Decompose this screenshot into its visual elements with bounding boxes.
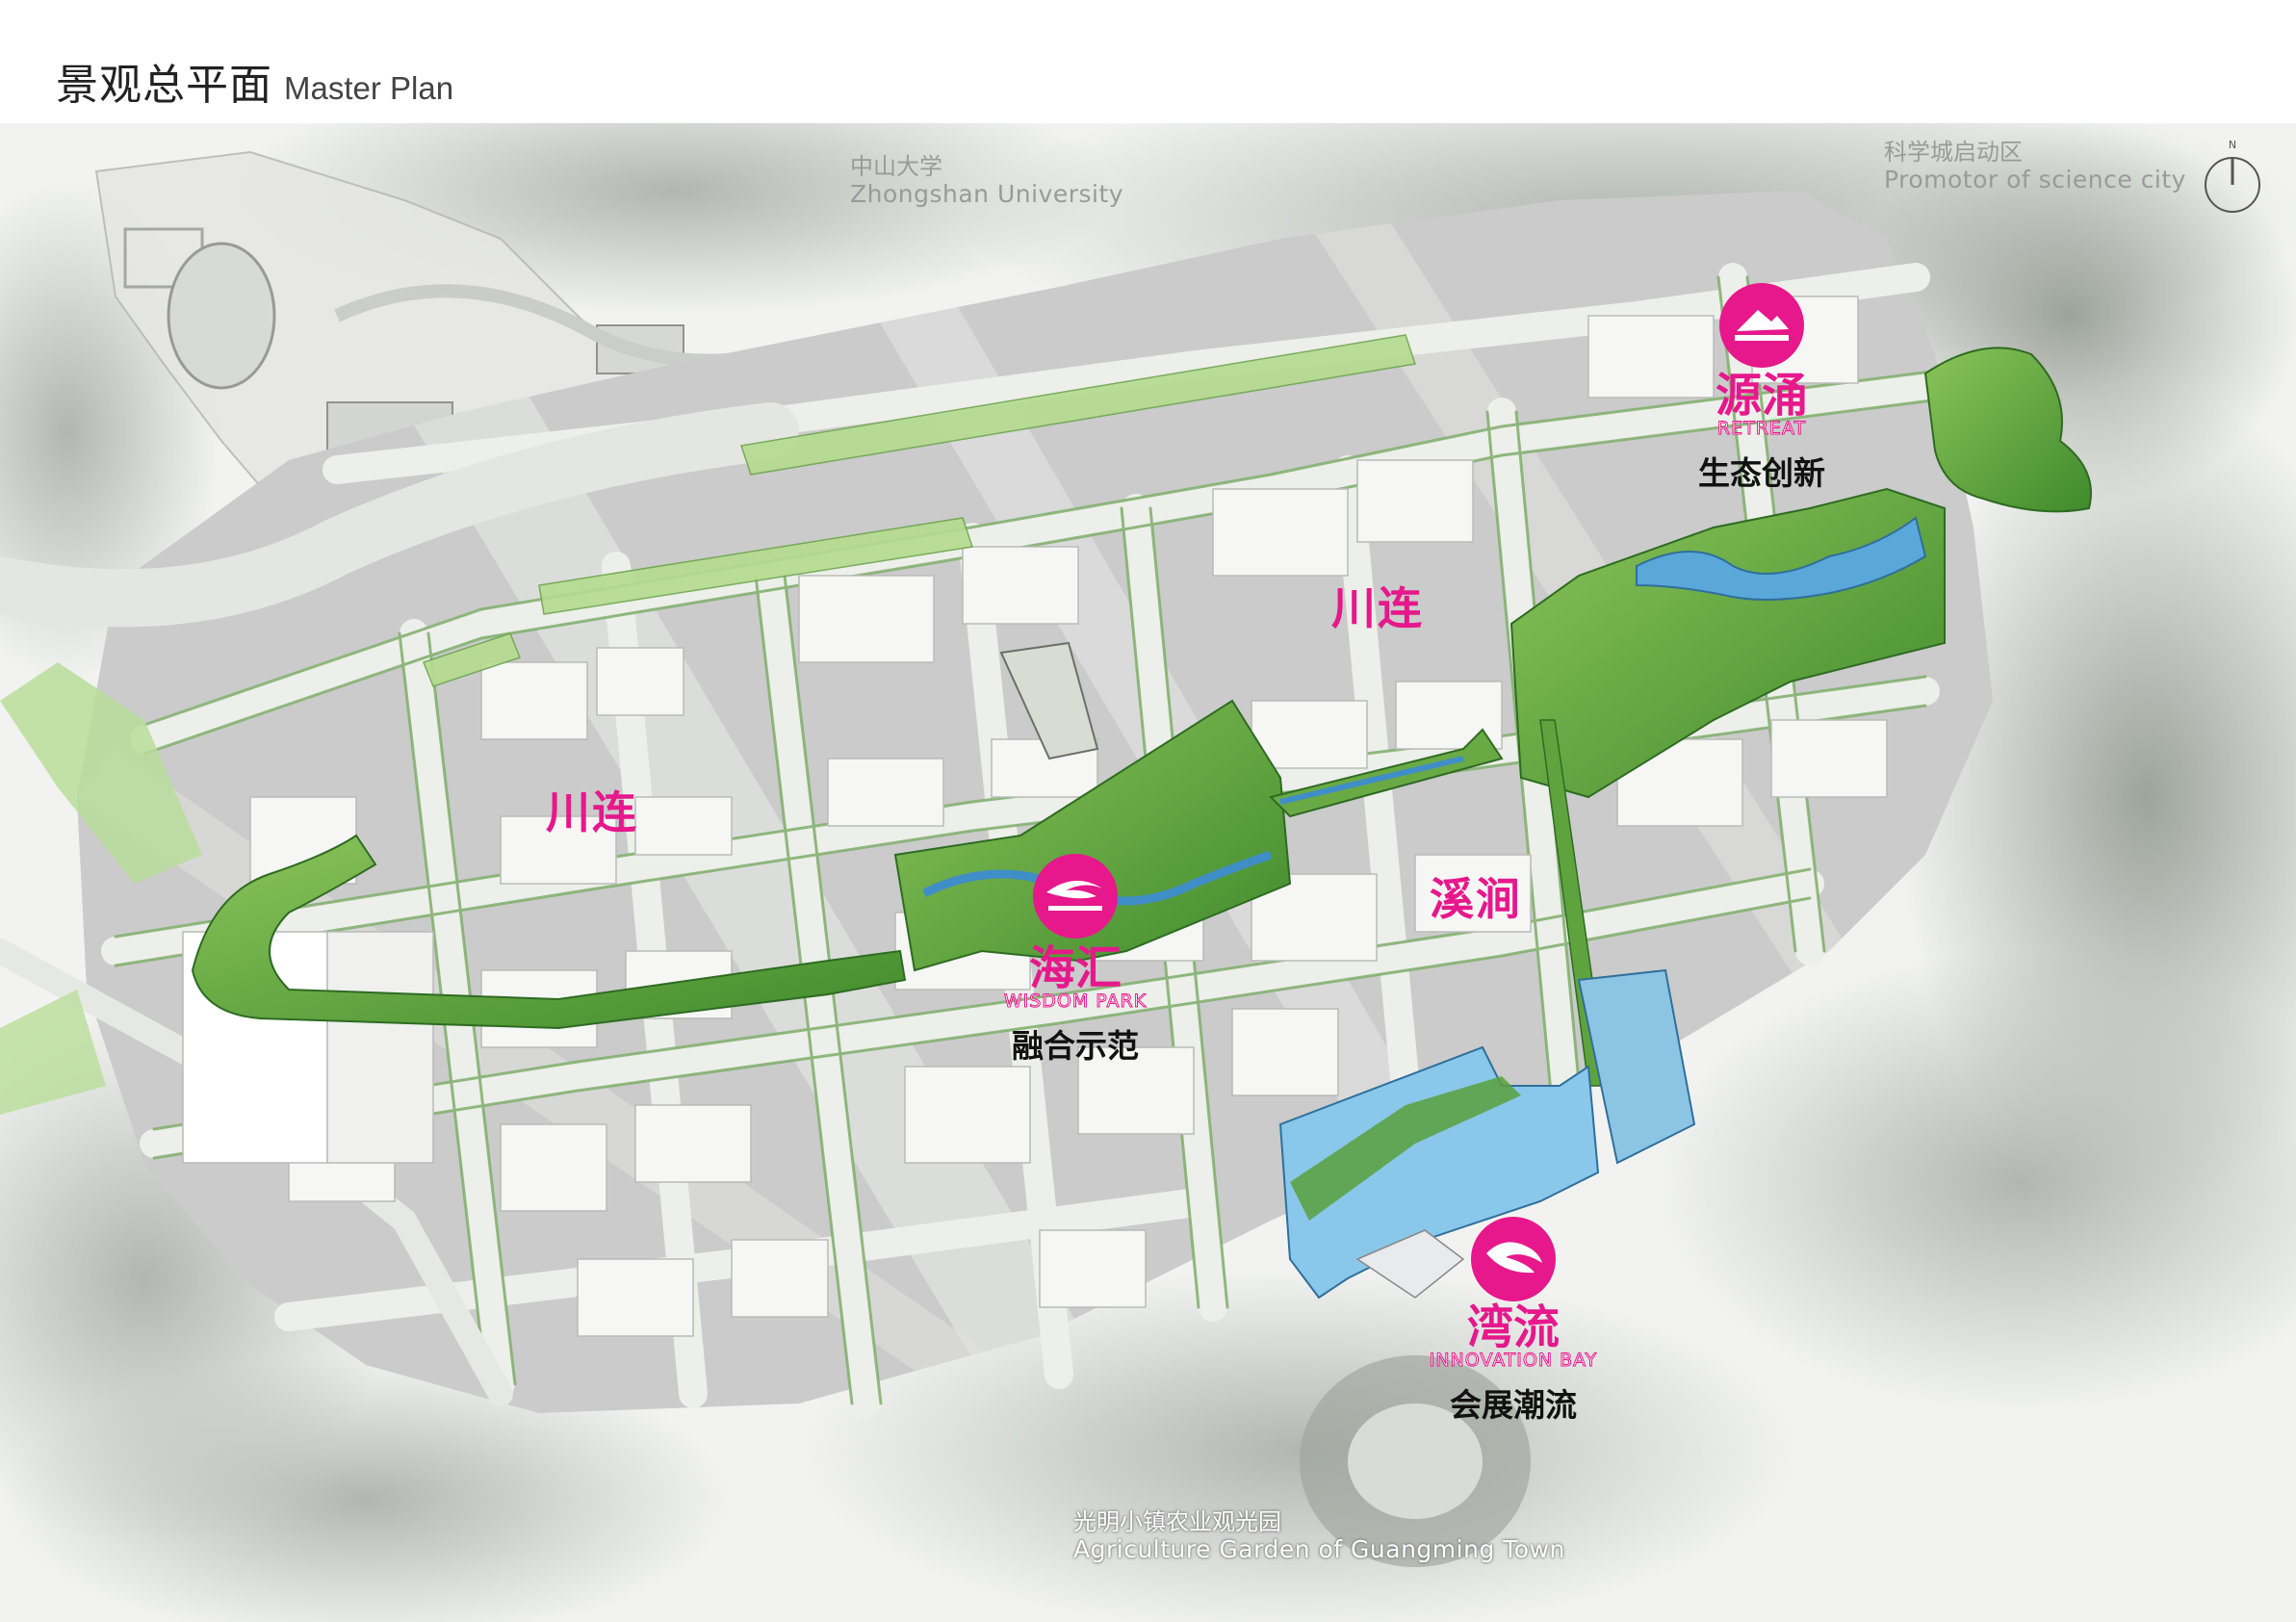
science-city-label: 科学城启动区 Promotor of science city: [1884, 139, 2186, 193]
page-header: 景观总平面 Master Plan: [56, 50, 453, 112]
science-city-cn: 科学城启动区: [1884, 139, 2023, 166]
zone-wanliu: 湾流 INNOVATION BAY 会展潮流: [1417, 1298, 1610, 1426]
haihui-badge: [1033, 854, 1118, 939]
zhongshan-university-label: 中山大学 Zhongshan University: [850, 153, 1124, 208]
agriculture-garden-label: 光明小镇农业观光园 Agriculture Garden of Guangmin…: [1073, 1508, 1565, 1563]
chuanlian-east-label: 川连: [1331, 582, 1424, 634]
zone-haihui-en: WISDOM PARK: [1003, 991, 1148, 1013]
zone-yuanyong-subtitle: 生态创新: [1698, 454, 1825, 493]
zone-haihui-subtitle: 融合示范: [1012, 1027, 1139, 1066]
zone-haihui-name: 海汇: [1028, 941, 1122, 995]
zone-wanliu-subtitle: 会展潮流: [1450, 1386, 1577, 1425]
agriculture-garden-cn: 光明小镇农业观光园: [1073, 1508, 1281, 1535]
zone-haihui: 海汇 WISDOM PARK 融合示范: [979, 939, 1172, 1067]
zone-yuanyong-name: 源涌: [1715, 369, 1808, 423]
zhongshan-university-cn: 中山大学: [850, 153, 942, 180]
page-subtitle: Master Plan: [284, 70, 454, 106]
north-label: N: [2229, 139, 2236, 151]
zhongshan-university-en: Zhongshan University: [850, 179, 1124, 208]
north-arrow-icon: N: [2205, 139, 2260, 213]
xijian-label: 溪涧: [1430, 873, 1522, 925]
science-city-en: Promotor of science city: [1884, 165, 2186, 193]
wanliu-badge: [1471, 1217, 1556, 1301]
master-plan-map: [0, 123, 2296, 1622]
page-title: 景观总平面: [56, 61, 272, 110]
chuanlian-west-label: 川连: [546, 786, 638, 838]
zone-wanliu-en: INNOVATION BAY: [1429, 1350, 1598, 1372]
agriculture-garden-en: Agriculture Garden of Guangming Town: [1073, 1534, 1565, 1563]
zone-yuanyong-en: RETREAT: [1716, 418, 1807, 440]
zone-wanliu-name: 湾流: [1466, 1300, 1560, 1354]
zone-yuanyong: 源涌 RETREAT 生态创新: [1680, 366, 1844, 494]
yuanyong-badge: [1719, 283, 1804, 368]
